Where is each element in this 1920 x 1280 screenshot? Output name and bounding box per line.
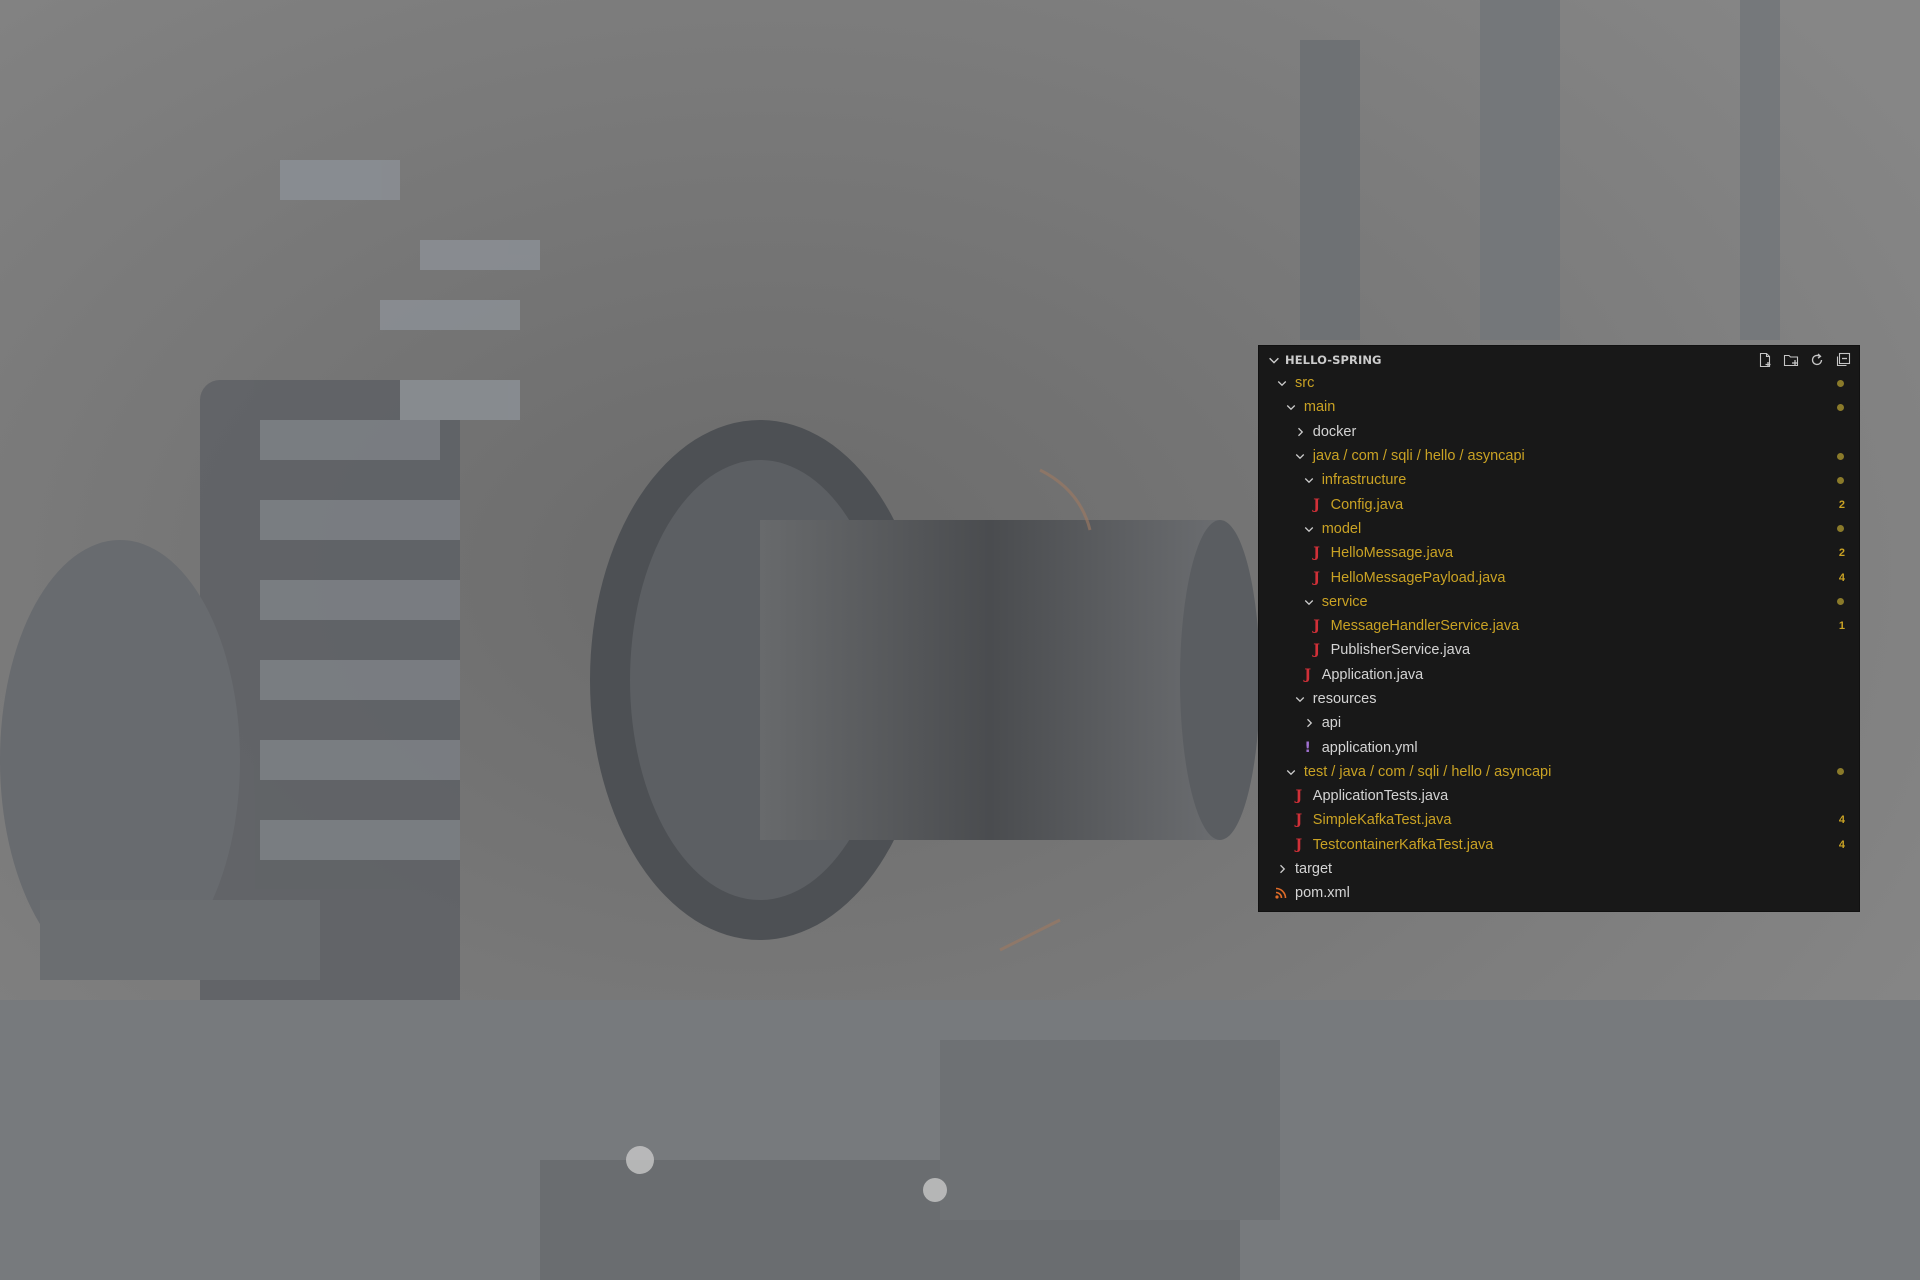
chevron-down-icon[interactable] (1293, 449, 1307, 463)
java-file-icon: J (1295, 788, 1303, 805)
folder-row-docker[interactable]: docker (1259, 420, 1859, 444)
file-row-applicationtests-java[interactable]: J ApplicationTests.java (1259, 784, 1859, 808)
collapse-all-icon[interactable] (1833, 351, 1853, 369)
file-row-messagehandlerservice-java[interactable]: J MessageHandlerService.java 1 (1259, 614, 1859, 638)
tree-item-label: resources (1312, 691, 1377, 707)
tree-item-label: MessageHandlerService.java (1330, 618, 1520, 635)
tree-item-label: docker (1312, 423, 1357, 440)
tree-item-label: api (1321, 715, 1342, 732)
chevron-down-icon[interactable] (1302, 595, 1316, 609)
chevron-right-icon[interactable] (1275, 862, 1289, 876)
file-row-simplekafkatest-java[interactable]: J SimpleKafkaTest.java 4 (1259, 808, 1859, 832)
new-folder-icon[interactable] (1781, 351, 1801, 369)
chevron-down-icon[interactable] (1284, 765, 1298, 779)
yaml-file-icon: ! (1304, 739, 1311, 756)
tree-item-label: service (1321, 593, 1368, 610)
java-file-icon: J (1313, 496, 1320, 513)
folder-row-src[interactable]: src (1259, 371, 1859, 395)
problem-count-badge: 4 (1838, 571, 1845, 584)
modified-dot-icon (1837, 768, 1844, 776)
chevron-down-icon[interactable] (1302, 473, 1316, 487)
folder-row-service[interactable]: service (1259, 590, 1859, 614)
explorer-title: HELLO-SPRING (1285, 352, 1382, 367)
modified-dot-icon (1837, 403, 1844, 411)
tree-item-label: infrastructure (1321, 472, 1407, 489)
chevron-down-icon[interactable] (1275, 376, 1289, 390)
folder-row-target[interactable]: target (1259, 857, 1859, 881)
folder-row-api[interactable]: api (1259, 711, 1859, 735)
tree-item-label: HelloMessagePayload.java (1330, 569, 1506, 586)
tree-item-label: TestcontainerKafkaTest.java (1312, 836, 1494, 853)
file-row-config-java[interactable]: J Config.java 2 (1259, 492, 1859, 516)
tree-item-label: Application.java (1321, 666, 1424, 683)
refresh-icon[interactable] (1807, 351, 1827, 369)
modified-dot-icon (1837, 598, 1844, 606)
file-row-hellomessage-java[interactable]: J HelloMessage.java 2 (1259, 541, 1859, 565)
modified-dot-icon (1837, 476, 1844, 484)
tree-item-label: test / java / com / sqli / hello / async… (1303, 763, 1552, 780)
tree-item-label: src (1295, 375, 1315, 392)
folder-row-main[interactable]: main (1259, 395, 1859, 419)
tree-item-label: java / com / sqli / hello / asyncapi (1312, 448, 1525, 465)
folder-row-test-java-com-sqli-hello-asyncapi[interactable]: test / java / com / sqli / hello / async… (1259, 760, 1859, 784)
tree-item-label: PublisherService.java (1330, 642, 1471, 659)
java-file-icon: J (1313, 642, 1320, 659)
modified-dot-icon (1837, 525, 1844, 533)
new-file-icon[interactable] (1755, 351, 1775, 369)
tree-item-label: Config.java (1330, 496, 1404, 513)
file-row-pom-xml[interactable]: pom.xml (1259, 881, 1859, 905)
problem-count-badge: 2 (1838, 547, 1845, 560)
tree-item-label: main (1303, 399, 1336, 416)
problem-count-badge: 2 (1838, 498, 1845, 511)
java-file-icon: J (1313, 545, 1320, 562)
folder-row-infrastructure[interactable]: infrastructure (1259, 468, 1859, 492)
file-row-testcontainerkafkatest-java[interactable]: J TestcontainerKafkaTest.java 4 (1259, 833, 1859, 857)
chevron-right-icon[interactable] (1302, 716, 1316, 730)
file-row-application-java[interactable]: J Application.java (1259, 663, 1859, 687)
file-explorer-panel: HELLO-SPRING src main docker java / com / s… (1259, 346, 1859, 911)
file-row-publisherservice-java[interactable]: J PublisherService.java (1259, 638, 1859, 662)
problem-count-badge: 1 (1838, 620, 1845, 633)
java-file-icon: J (1295, 836, 1303, 853)
tree-item-label: SimpleKafkaTest.java (1312, 812, 1452, 829)
folder-row-model[interactable]: model (1259, 517, 1859, 541)
chevron-down-icon[interactable] (1293, 692, 1307, 706)
file-row-hellomessagepayload-java[interactable]: J HelloMessagePayload.java 4 (1259, 565, 1859, 589)
java-file-icon: J (1304, 666, 1311, 683)
java-file-icon: J (1313, 569, 1320, 586)
modified-dot-icon (1837, 452, 1844, 460)
tree-item-label: application.yml (1321, 739, 1418, 756)
file-tree: src main docker java / com / sqli / hello /… (1259, 371, 1859, 906)
tree-item-label: model (1321, 520, 1362, 537)
chevron-down-icon[interactable] (1302, 522, 1316, 536)
modified-dot-icon (1837, 379, 1844, 387)
chevron-right-icon[interactable] (1293, 425, 1307, 439)
tree-item-label: pom.xml (1295, 885, 1350, 902)
chevron-down-icon[interactable] (1267, 353, 1281, 367)
problem-count-badge: 4 (1838, 814, 1845, 827)
explorer-actions (1755, 351, 1853, 369)
folder-row-resources[interactable]: resources (1259, 687, 1859, 711)
file-row-application-yml[interactable]: ! application.yml (1259, 735, 1859, 759)
folder-row-java-com-sqli-hello-asyncapi[interactable]: java / com / sqli / hello / asyncapi (1259, 444, 1859, 468)
chevron-down-icon[interactable] (1284, 400, 1298, 414)
tree-item-label: target (1295, 861, 1333, 878)
java-file-icon: J (1313, 618, 1320, 635)
problem-count-badge: 4 (1838, 838, 1845, 851)
xml-file-icon (1275, 887, 1287, 899)
tree-item-label: ApplicationTests.java (1312, 788, 1449, 805)
java-file-icon: J (1295, 812, 1303, 829)
tree-item-label: HelloMessage.java (1330, 545, 1454, 562)
explorer-header[interactable]: HELLO-SPRING (1259, 346, 1859, 371)
